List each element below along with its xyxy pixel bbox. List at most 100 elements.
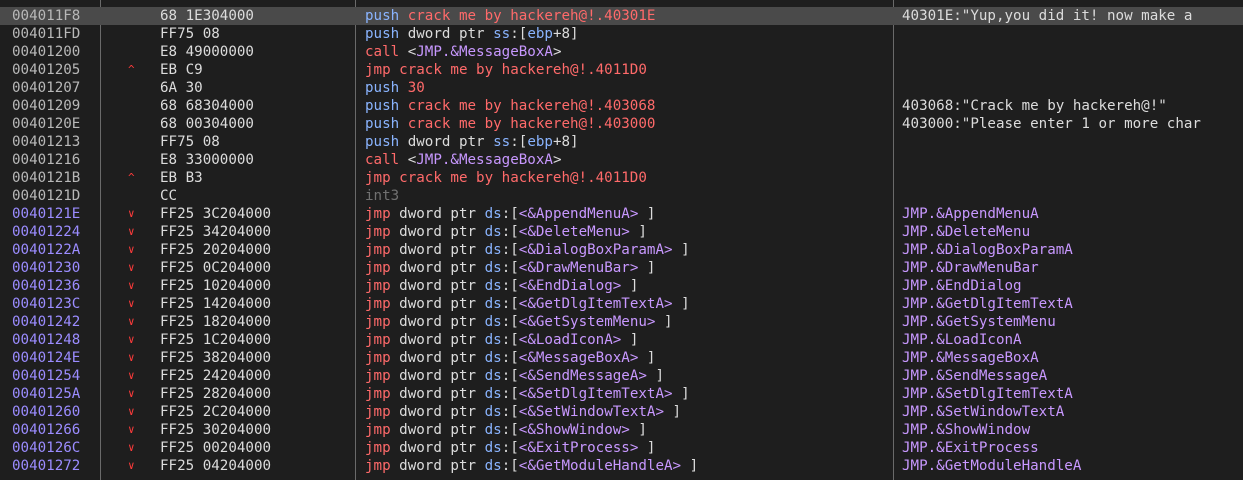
table-row[interactable]: 0040122A ∨ FF25 20204000 jmp dword ptr ds:[… [0,241,1243,259]
operand-part: :[ [501,332,519,348]
table-row[interactable]: 00401260 ∨ FF25 2C204000 jmp dword ptr ds:[… [0,403,1243,421]
table-row[interactable]: 00401266 ∨ FF25 30204000 jmp dword ptr ds:[… [0,421,1243,439]
operand-part: ] [655,314,673,330]
comment-cell: JMP.&DeleteMenu [902,223,1243,241]
comment-cell [902,169,1243,187]
bytes-cell: FF25 10204000 [160,278,272,294]
operand-part: ds [484,350,502,366]
mnemonic: jmp [365,224,391,240]
address-cell: 00401209 [12,98,81,114]
operand-part: dword ptr [399,350,485,366]
mnemonic: jmp [365,242,391,258]
comment-cell: JMP.&SetWindowTextA [902,403,1243,421]
operand-part: dword ptr [399,440,485,456]
operand-part: ] [672,242,690,258]
address-cell: 00401230 [12,260,81,276]
disassembly-cell: jmp dword ptr ds:[<&ShowWindow> ] [365,421,890,439]
operand-part: :[ [501,440,519,456]
table-row[interactable]: 0040126C ∨ FF25 00204000 jmp dword ptr ds:[… [0,439,1243,457]
table-row[interactable]: 004011F8 68 1E304000 push crack me by hack… [0,7,1243,25]
address-cell: 00401236 [12,278,81,294]
operand-part: ss [493,134,511,150]
table-row[interactable]: 00401230 ∨ FF25 0C204000 jmp dword ptr ds:[… [0,259,1243,277]
address-cell: 00401266 [12,422,81,438]
table-row[interactable]: 00401209 68 68304000 push crack me by hack… [0,97,1243,115]
comment-cell: JMP.&EndDialog [902,277,1243,295]
operand-part: ss [493,26,511,42]
table-row[interactable]: 00401213 FF75 08 push dword ptr ss:[ebp+8] [0,133,1243,151]
address-cell: 00401224 [12,224,81,240]
mnemonic: jmp [365,440,391,456]
bytes-cell: FF25 38204000 [160,350,272,366]
comment-text: 40301E:"Yup,you did it! now make a [902,8,1193,24]
comment-text: JMP.&DialogBoxParamA [902,242,1073,258]
bytes-cell: FF75 08 [160,134,220,150]
address-cell: 00401242 [12,314,81,330]
table-row[interactable]: 0040125A ∨ FF25 28204000 jmp dword ptr ds:[… [0,385,1243,403]
disassembly-view[interactable]: 004011F8 68 1E304000 push crack me by hack… [0,0,1243,480]
bytes-cell: FF25 24204000 [160,368,272,384]
disassembly-cell: jmp dword ptr ds:[<&AppendMenuA> ] [365,205,890,223]
table-row[interactable]: 00401205 ^ EB C9 jmp crack me by hackereh@!… [0,61,1243,79]
mnemonic: push [365,134,400,150]
disassembly-cell: int3 [365,187,890,205]
operand-part: < [407,44,417,60]
operand-part: <&DrawMenuBar> [518,260,639,276]
operand-part: dword ptr [399,404,485,420]
comment-cell: JMP.&DrawMenuBar [902,259,1243,277]
comment-cell: JMP.&MessageBoxA [902,349,1243,367]
operand-part: dword ptr [399,242,485,258]
mnemonic: push [365,98,400,114]
disassembly-cell: jmp dword ptr ds:[<&GetDlgItemTextA> ] [365,295,890,313]
table-row[interactable]: 00401224 ∨ FF25 34204000 jmp dword ptr ds:[… [0,223,1243,241]
operand-part: dword ptr [399,260,485,276]
operand-part: <&MessageBoxA> [518,350,639,366]
bytes-cell: FF25 18204000 [160,314,272,330]
table-row[interactable]: 0040120E 68 00304000 push crack me by hack… [0,115,1243,133]
table-row[interactable]: 00401207 6A 30 push 30 [0,79,1243,97]
bytes-cell: EB C9 [160,62,203,78]
operand-part: <&SetWindowTextA> [518,404,664,420]
comment-cell [902,43,1243,61]
operand-part: dword ptr [407,26,494,42]
address-cell: 0040121E [12,206,81,222]
disassembly-cell: jmp dword ptr ds:[<&DeleteMenu> ] [365,223,890,241]
operand-part: ebp [527,26,553,42]
operand-part: ] [672,386,690,402]
table-row[interactable]: 0040121E ∨ FF25 3C204000 jmp dword ptr ds:[… [0,205,1243,223]
mnemonic: jmp [365,368,391,384]
table-row[interactable]: 00401254 ∨ FF25 24204000 jmp dword ptr ds:[… [0,367,1243,385]
operand-part: :[ [501,296,519,312]
table-row[interactable]: 0040123C ∨ FF25 14204000 jmp dword ptr ds:[… [0,295,1243,313]
bytes-cell: E8 33000000 [160,152,254,168]
table-row[interactable]: 00401248 ∨ FF25 1C204000 jmp dword ptr ds:[… [0,331,1243,349]
jump-up-icon: ^ [128,63,135,76]
comment-text: JMP.&AppendMenuA [902,206,1039,222]
operand-part: ] [629,422,647,438]
bytes-cell: FF25 2C204000 [160,404,272,420]
comment-cell: JMP.&DialogBoxParamA [902,241,1243,259]
bytes-cell: 6A 30 [160,80,203,96]
mnemonic: jmp [365,62,391,78]
table-row[interactable]: 00401200 E8 49000000 call <JMP.&MessageBox… [0,43,1243,61]
table-row[interactable]: 00401272 ∨ FF25 04204000 jmp dword ptr ds:[… [0,457,1243,475]
table-row[interactable]: 0040124E ∨ FF25 38204000 jmp dword ptr ds:[… [0,349,1243,367]
address-cell: 00401205 [12,62,81,78]
comment-cell: 40301E:"Yup,you did it! now make a [902,7,1243,25]
mnemonic: jmp [365,458,391,474]
table-row[interactable]: 00401242 ∨ FF25 18204000 jmp dword ptr ds:[… [0,313,1243,331]
operand-part: dword ptr [399,296,485,312]
table-row[interactable]: 00401236 ∨ FF25 10204000 jmp dword ptr ds:[… [0,277,1243,295]
bytes-cell: 68 00304000 [160,116,254,132]
disassembly-cell: jmp dword ptr ds:[<&SetDlgItemTextA> ] [365,385,890,403]
address-cell: 00401272 [12,458,81,474]
mnemonic: push [365,80,400,96]
table-row[interactable]: 0040121D CC int3 [0,187,1243,205]
table-row[interactable]: 004011FD FF75 08 push dword ptr ss:[ebp+8] [0,25,1243,43]
table-row[interactable]: 00401216 E8 33000000 call <JMP.&MessageBox… [0,151,1243,169]
operand-part: :[ [510,26,528,42]
table-row[interactable]: 0040121B ^ EB B3 jmp crack me by hackereh@!… [0,169,1243,187]
operand-part: dword ptr [399,458,485,474]
operand-part: ds [484,242,502,258]
comment-text: 403068:"Crack me by hackereh@!" [902,98,1167,114]
